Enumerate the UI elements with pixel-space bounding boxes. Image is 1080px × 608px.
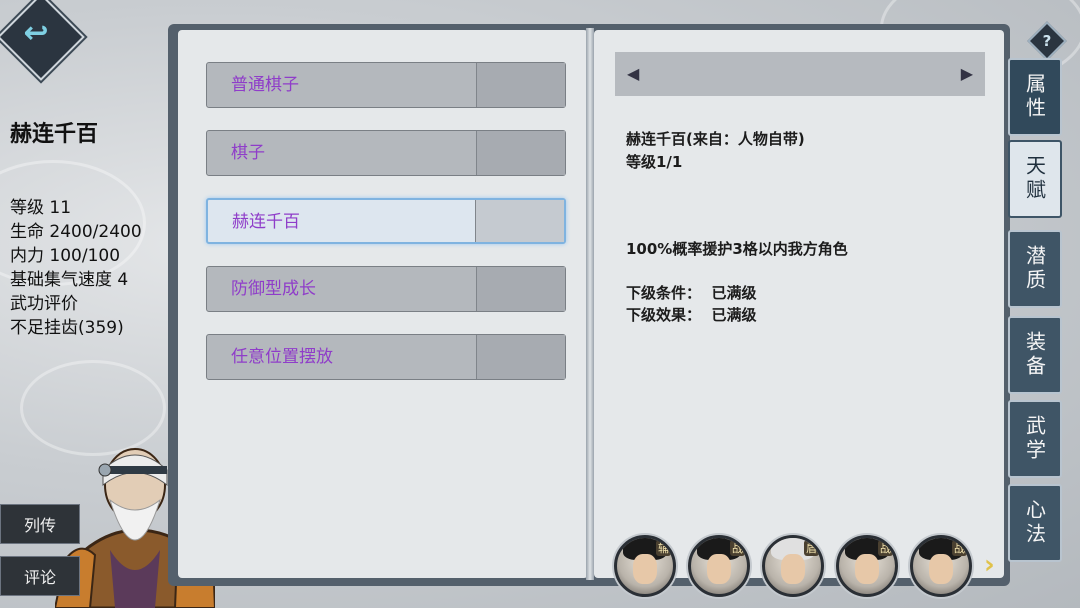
party-member-avatar[interactable]: 战: [910, 535, 972, 597]
talent-source: 赫连千百(来自：人物自带): [626, 130, 805, 148]
next-page-icon[interactable]: ▶: [961, 64, 973, 83]
back-arrow-icon: ↩: [23, 15, 49, 51]
party-member-avatar[interactable]: 战: [836, 535, 898, 597]
talent-item[interactable]: 任意位置摆放: [206, 334, 566, 380]
role-badge: 战: [730, 540, 745, 556]
talent-label: 棋子: [231, 143, 265, 163]
prev-page-icon[interactable]: ◀: [627, 64, 639, 83]
tab-attributes[interactable]: 属性: [1008, 58, 1062, 136]
role-badge: 战: [878, 540, 893, 556]
talent-slot: [476, 335, 565, 379]
party-member-avatar[interactable]: 战: [688, 535, 750, 597]
tab-talents[interactable]: 天赋: [1008, 140, 1062, 218]
character-name: 赫连千百: [10, 122, 99, 147]
stat-rating-value: 不足挂齿(359): [10, 318, 124, 338]
character-stats: 等级 11 生命 2400/2400 内力 100/100 基础集气速度 4 武…: [10, 196, 142, 340]
talent-label: 任意位置摆放: [231, 347, 333, 367]
party-next-arrow-icon[interactable]: ›: [984, 550, 995, 580]
stat-level: 等级 11: [10, 198, 72, 218]
book-spine: [586, 28, 594, 580]
talent-level: 等级1/1: [626, 153, 683, 171]
detail-nav-bar: ◀ ▶: [615, 52, 985, 96]
talent-label: 防御型成长: [231, 279, 316, 299]
comment-button[interactable]: 评论: [0, 556, 80, 596]
question-icon: ?: [1042, 32, 1052, 50]
tab-potential[interactable]: 潜质: [1008, 230, 1062, 308]
tab-mind-method[interactable]: 心法: [1008, 484, 1062, 562]
talent-effect: 100%概率援护3格以内我方角色: [626, 240, 848, 258]
talent-label: 普通棋子: [231, 75, 299, 95]
talent-item[interactable]: 普通棋子: [206, 62, 566, 108]
stat-rating-label: 武功评价: [10, 294, 78, 314]
next-level-effect: 下级效果： 已满级: [626, 306, 757, 324]
next-level-condition: 下级条件： 已满级: [626, 284, 757, 302]
tab-martial-arts[interactable]: 武学: [1008, 400, 1062, 478]
stat-hp: 生命 2400/2400: [10, 222, 142, 242]
back-button[interactable]: ↩: [0, 0, 85, 81]
biography-button[interactable]: 列传: [0, 504, 80, 544]
role-badge: 战: [952, 540, 967, 556]
talent-slot: [476, 63, 565, 107]
talent-slot: [476, 267, 565, 311]
stat-speed: 基础集气速度 4: [10, 270, 129, 290]
talent-slot: [476, 131, 565, 175]
talent-slot: [475, 200, 564, 242]
role-badge: 盾: [804, 540, 819, 556]
talent-item[interactable]: 防御型成长: [206, 266, 566, 312]
talent-item-selected[interactable]: 赫连千百: [206, 198, 566, 244]
role-badge: 辅: [656, 540, 671, 556]
stat-mp: 内力 100/100: [10, 246, 121, 266]
party-member-avatar-selected[interactable]: 盾: [762, 535, 824, 597]
party-member-avatar[interactable]: 辅: [614, 535, 676, 597]
talent-label: 赫连千百: [232, 212, 300, 232]
tab-equipment[interactable]: 装备: [1008, 316, 1062, 394]
talent-item[interactable]: 棋子: [206, 130, 566, 176]
